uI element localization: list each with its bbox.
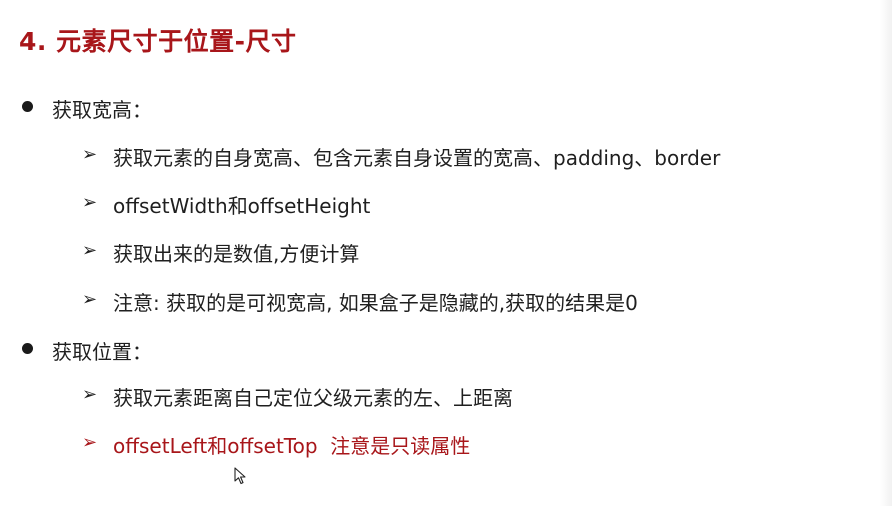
arrow-bullet-icon: ➢	[82, 384, 98, 405]
arrow-bullet-icon: ➢	[82, 432, 98, 453]
bullet-dot-icon	[22, 101, 33, 112]
list-item: 获取元素距离自己定位父级元素的左、上距离	[113, 386, 513, 410]
slide-edge-shade	[880, 0, 892, 506]
arrow-bullet-icon: ➢	[82, 289, 98, 310]
slide-title: 4. 元素尺寸于位置-尺寸	[19, 27, 297, 56]
list-item: 获取出来的是数值,方便计算	[113, 242, 360, 266]
list-item: 获取元素的自身宽高、包含元素自身设置的宽高、padding、border	[113, 146, 721, 170]
slide: 4. 元素尺寸于位置-尺寸 获取宽高： ➢ 获取元素的自身宽高、包含元素自身设置…	[0, 0, 892, 506]
highlighted-list-item: offsetLeft和offsetTop 注意是只读属性	[113, 434, 471, 458]
arrow-bullet-icon: ➢	[82, 144, 98, 165]
list-item: 注意: 获取的是可视宽高, 如果盒子是隐藏的,获取的结果是0	[113, 291, 638, 315]
section-heading-position: 获取位置：	[52, 340, 152, 364]
arrow-bullet-icon: ➢	[82, 192, 98, 213]
bullet-dot-icon	[22, 343, 33, 354]
arrow-bullet-icon: ➢	[82, 240, 98, 261]
list-item: offsetWidth和offsetHeight	[113, 194, 371, 218]
mouse-pointer-icon	[234, 467, 246, 485]
section-heading-size: 获取宽高：	[52, 98, 152, 122]
